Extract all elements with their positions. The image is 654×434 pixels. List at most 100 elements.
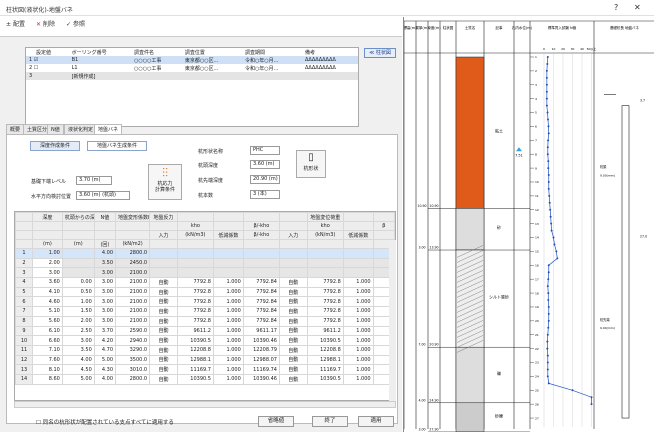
grid-cell[interactable]: 1.000 — [212, 373, 244, 385]
grid-cell[interactable]: 7792.8 — [176, 306, 214, 317]
grid-row[interactable]: 7 5.10 1.50 3.00 2100.0 自動 7792.8 1.000 7792.84 自… — [15, 306, 395, 317]
grid-cell[interactable]: 4.50 — [61, 364, 95, 375]
grid-cell[interactable]: 自動 — [149, 296, 178, 308]
grid-cell[interactable]: 2100.0 — [115, 296, 151, 308]
grid-cell[interactable]: 5.00 — [61, 373, 95, 385]
pile-head-depth-field[interactable]: 3.60 (m) — [250, 160, 280, 169]
grid-cell[interactable] — [61, 267, 95, 279]
grid-cell[interactable] — [176, 248, 214, 259]
grid-cell[interactable]: 6.10 — [32, 325, 63, 337]
grid-row[interactable]: 12 7.60 4.00 5.00 3500.0 自動 12988.1 1.000 12988.… — [15, 354, 395, 366]
grid-cell[interactable]: 1.000 — [212, 354, 244, 366]
grid-cell[interactable] — [61, 248, 95, 259]
grid-cell[interactable]: 1.000 — [342, 325, 374, 337]
grid-cell[interactable]: 自動 — [278, 364, 308, 375]
grid-cell[interactable]: 3.00 — [93, 286, 117, 298]
grid-cell[interactable]: 自動 — [278, 373, 308, 385]
grid-cell[interactable]: 3.50 — [61, 344, 95, 356]
grid-cell[interactable] — [306, 257, 344, 269]
grid-cell[interactable] — [306, 248, 344, 259]
grid-cell[interactable]: 2100.0 — [115, 286, 151, 298]
grid-cell[interactable] — [342, 257, 374, 269]
grid-row[interactable]: 2 2.00 3.50 2450.0 — [15, 257, 395, 269]
grid-cell[interactable] — [212, 248, 244, 259]
grid-cell[interactable]: 3.00 — [93, 277, 117, 288]
depth-condition-button[interactable]: 深度作成条件 — [30, 141, 80, 151]
grid-cell[interactable] — [176, 257, 214, 269]
grid-cell[interactable]: 7792.8 — [176, 277, 214, 288]
grid-cell[interactable]: 1.000 — [342, 296, 374, 308]
grid-cell[interactable] — [278, 267, 308, 279]
grid-cell[interactable] — [149, 257, 178, 269]
grid-cell[interactable]: 1.000 — [212, 335, 244, 346]
grid-cell[interactable]: 11169.7 — [176, 364, 214, 375]
help-button[interactable]: ? — [614, 3, 618, 12]
pile-stress-calc-button[interactable]: ⫶⫶ 杭応力 計算条件 — [148, 164, 182, 200]
grid-cell[interactable]: 7792.8 — [306, 315, 344, 327]
grid-row[interactable]: 8 5.60 2.00 3.00 2100.0 自動 7792.8 1.000 7792.84 自… — [15, 315, 395, 327]
grid-cell[interactable]: 10390.5 — [306, 373, 344, 385]
refer-button[interactable]: ✓ 参照 — [66, 20, 85, 30]
grid-cell[interactable]: 3.00 — [93, 296, 117, 308]
grid-row[interactable]: 3 3.00 3.00 2100.0 — [15, 267, 395, 279]
column-chart-button[interactable]: ≪ 柱状図 — [364, 48, 396, 58]
grid-cell[interactable]: 自動 — [149, 335, 178, 346]
grid-cell[interactable]: 7792.8 — [176, 315, 214, 327]
grid-cell[interactable]: 自動 — [278, 286, 308, 298]
grid-row[interactable]: 10 6.60 3.00 4.20 2940.0 自動 10390.5 1.000 10390.… — [15, 335, 395, 346]
grid-cell[interactable]: 10390.46 — [242, 335, 280, 346]
grid-cell[interactable]: 1.000 — [212, 286, 244, 298]
grid-cell[interactable]: 自動 — [149, 286, 178, 298]
grid-cell[interactable]: 7792.84 — [242, 306, 280, 317]
grid-cell[interactable]: 1.000 — [342, 335, 374, 346]
grid-row[interactable]: 4 3.60 0.00 3.00 2100.0 自動 7792.8 1.000 7792.84 自… — [15, 277, 395, 288]
grid-cell[interactable]: 3.70 — [93, 325, 117, 337]
grid-cell[interactable]: 自動 — [278, 344, 308, 356]
grid-cell[interactable] — [242, 257, 280, 269]
grid-cell[interactable]: 3.00 — [93, 267, 117, 279]
grid-cell[interactable]: 9611.2 — [306, 325, 344, 337]
grid-cell[interactable]: 4.70 — [93, 344, 117, 356]
grid-cell[interactable]: 4.00 — [93, 248, 117, 259]
grid-row[interactable]: 14 8.60 5.00 4.00 2800.0 自動 10390.5 1.000 10390.… — [15, 373, 395, 385]
grid-cell[interactable] — [212, 267, 244, 279]
grid-cell[interactable]: 11169.7 — [306, 364, 344, 375]
table-row[interactable]: 3 [新規作成] — [26, 72, 358, 80]
grid-cell[interactable]: 0.50 — [61, 286, 95, 298]
grid-cell[interactable]: 7792.8 — [176, 296, 214, 308]
grid-cell[interactable]: 12208.79 — [242, 344, 280, 356]
grid-cell[interactable]: 2.50 — [61, 325, 95, 337]
table-row[interactable]: 2 ☐ L1 ○○○○工事 東京都○○区... 令和○年○月... ΔΔΔΔΔΔ… — [26, 64, 358, 72]
grid-cell[interactable]: 4.30 — [93, 364, 117, 375]
grid-row[interactable]: 6 4.60 1.00 3.00 2100.0 自動 7792.8 1.000 7792.84 自… — [15, 296, 395, 308]
grid-row[interactable]: 9 6.10 2.50 3.70 2590.0 自動 9611.2 1.000 9611.17 自… — [15, 325, 395, 337]
grid-cell[interactable]: 12988.1 — [176, 354, 214, 366]
grid-cell[interactable] — [306, 267, 344, 279]
grid-cell[interactable] — [61, 257, 95, 269]
grid-cell[interactable]: 1.000 — [212, 325, 244, 337]
grid-cell[interactable]: 7792.8 — [306, 306, 344, 317]
pile-count-field[interactable]: 3 (本) — [250, 190, 280, 199]
pile-name-field[interactable]: PHC — [250, 146, 280, 155]
tab-overview[interactable]: 概要 — [6, 124, 25, 134]
grid-row[interactable]: 1 1.00 4.00 2800.0 — [15, 248, 395, 259]
grid-cell[interactable]: 5.00 — [93, 354, 117, 366]
grid-cell[interactable] — [212, 257, 244, 269]
grid-cell[interactable]: 2100.0 — [115, 277, 151, 288]
grid-cell[interactable]: 1.00 — [61, 296, 95, 308]
grid-cell[interactable]: 7792.8 — [306, 296, 344, 308]
grid-cell[interactable] — [278, 257, 308, 269]
grid-cell[interactable]: 7792.84 — [242, 315, 280, 327]
grid-cell[interactable]: 5.60 — [32, 315, 63, 327]
grid-cell[interactable]: 6.60 — [32, 335, 63, 346]
grid-horizontal-scrollbar[interactable] — [14, 401, 396, 408]
grid-cell[interactable]: 自動 — [278, 335, 308, 346]
grid-cell[interactable]: 自動 — [149, 354, 178, 366]
grid-cell[interactable] — [176, 267, 214, 279]
default-values-button[interactable]: 省略値 — [258, 416, 294, 427]
grid-cell[interactable]: 自動 — [278, 306, 308, 317]
grid-cell[interactable]: 7792.8 — [306, 286, 344, 298]
grid-cell[interactable]: 1.000 — [212, 315, 244, 327]
grid-cell[interactable] — [242, 267, 280, 279]
grid-cell[interactable]: 1.000 — [212, 364, 244, 375]
